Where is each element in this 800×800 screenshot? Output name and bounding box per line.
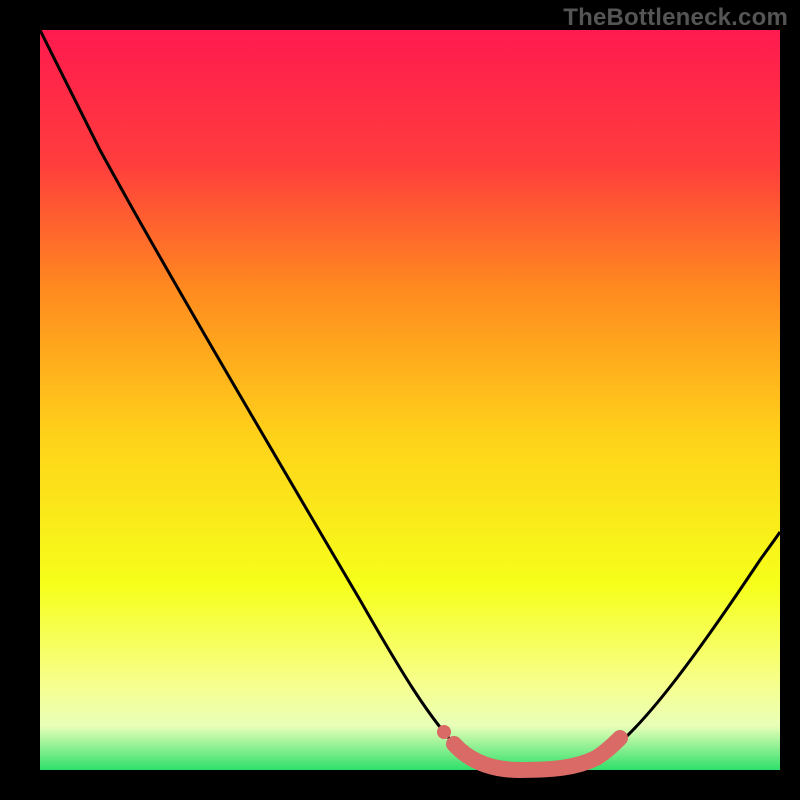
chart-canvas: TheBottleneck.com (0, 0, 800, 800)
watermark-text: TheBottleneck.com (563, 4, 788, 32)
gradient-background (40, 30, 780, 770)
optimal-range-start-dot (437, 725, 451, 739)
bottleneck-chart (0, 0, 800, 800)
